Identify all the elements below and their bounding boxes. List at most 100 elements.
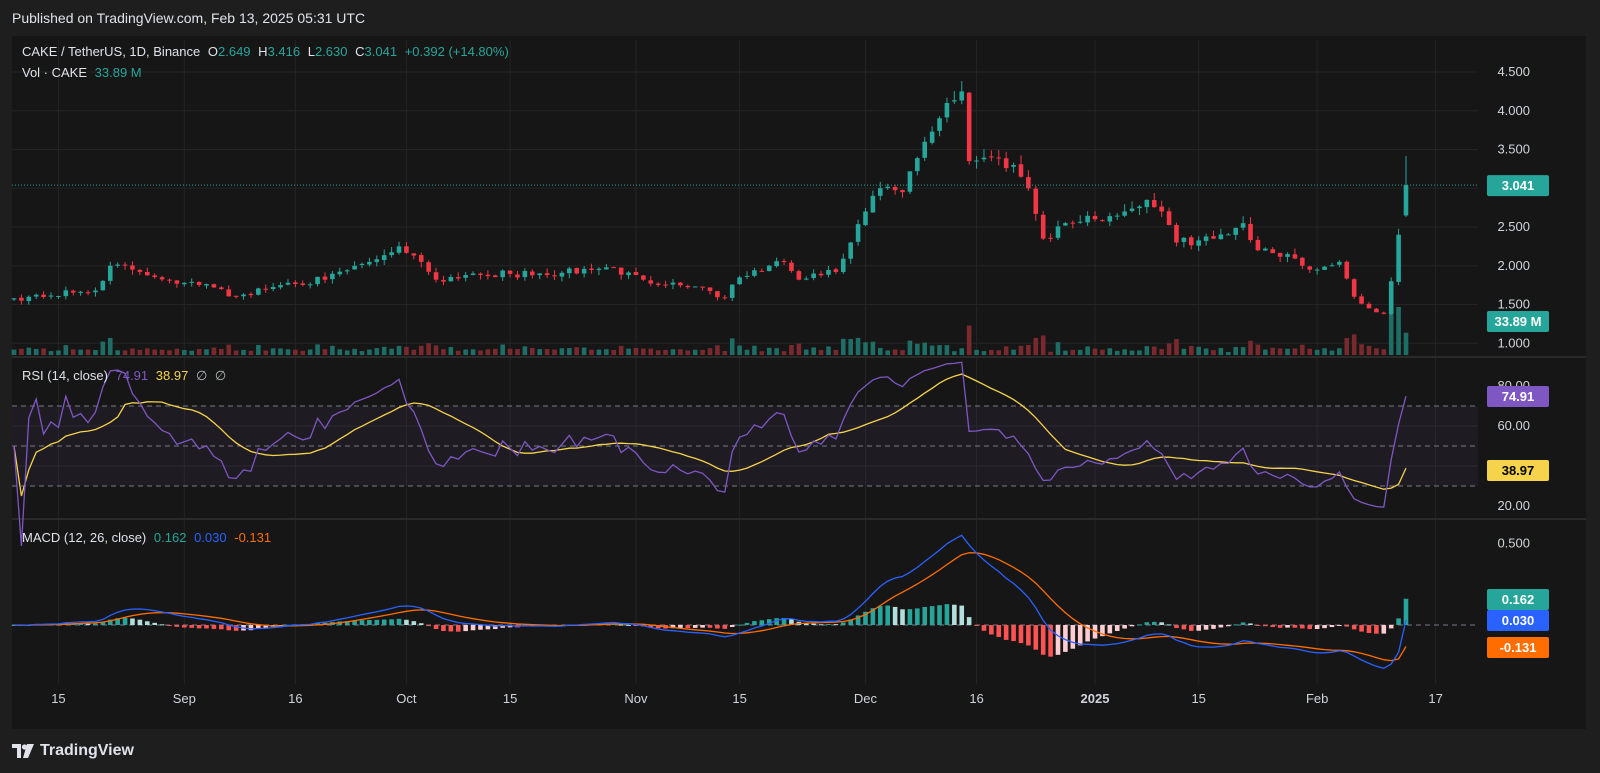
candle-body — [766, 265, 772, 272]
candle-body — [293, 282, 298, 285]
macd-histogram-bar — [411, 621, 417, 625]
histogram-value: -0.131 — [234, 530, 272, 545]
volume-bar — [315, 344, 320, 355]
macd-histogram-bar — [85, 623, 91, 625]
candle-body — [737, 277, 742, 285]
volume-bar — [137, 349, 143, 355]
volume-bar — [48, 351, 54, 355]
volume-bar — [826, 346, 831, 355]
open-value: 2.649 — [218, 44, 251, 59]
volume-bar — [426, 343, 431, 355]
macd-histogram-bar — [892, 606, 898, 625]
candle-body — [1181, 237, 1187, 242]
volume-bar — [285, 349, 291, 355]
macd-histogram-bar — [152, 622, 157, 625]
macd-histogram-bar — [1055, 625, 1061, 655]
volume-bar — [1151, 346, 1157, 355]
high-label: H — [258, 44, 268, 59]
price-axis-tick: 1.500 — [1497, 297, 1530, 312]
volume-bar — [1196, 346, 1201, 355]
candle-body — [130, 265, 135, 270]
candle-body — [774, 261, 779, 267]
tradingview-logo[interactable]: TradingView — [12, 742, 134, 760]
macd-histogram-bar — [1248, 623, 1253, 625]
candle-body — [966, 92, 972, 162]
candle-body — [93, 290, 98, 293]
macd-histogram-bar — [470, 625, 476, 631]
signal-value: 0.030 — [194, 530, 227, 545]
volume-bar — [937, 345, 942, 355]
volume-bar — [552, 349, 557, 355]
volume-bar — [159, 349, 165, 355]
candle-body — [848, 242, 853, 259]
candle-body — [100, 280, 106, 291]
volume-bar — [900, 350, 905, 355]
candle-body — [1388, 281, 1394, 314]
candle-body — [263, 288, 269, 290]
chart-canvas[interactable]: 4.5004.0003.5003.0002.5002.0001.5001.000… — [0, 0, 1600, 773]
volume-legend[interactable]: Vol · CAKE 33.89 M — [22, 65, 146, 80]
volume-bar — [418, 345, 424, 355]
volume-bar — [655, 350, 661, 355]
candle-body — [1151, 200, 1157, 208]
volume-bar — [1233, 346, 1238, 355]
macd-histogram-bar — [130, 618, 135, 625]
axes: 4.5004.0003.5003.0002.5002.0001.5001.000… — [51, 64, 1530, 706]
candle-body — [463, 275, 468, 278]
macd-histogram-bar — [1077, 625, 1083, 646]
price-axis-tick: 2.000 — [1497, 258, 1530, 273]
time-axis-tick: 16 — [969, 691, 983, 706]
macd-histogram-bar — [159, 624, 165, 626]
volume-bar — [1337, 348, 1342, 355]
volume-bar — [448, 346, 454, 355]
volume-bar — [1351, 334, 1357, 355]
macd-histogram-bar — [685, 625, 691, 629]
volume-bar — [167, 350, 172, 355]
macd-histogram-bar — [455, 625, 461, 632]
volume-bar — [122, 350, 128, 355]
volume-bar — [263, 350, 269, 355]
candle-body — [426, 262, 431, 272]
macd-histogram-bar — [1277, 625, 1283, 628]
macd-histogram-bar — [952, 604, 957, 625]
symbol-label[interactable]: CAKE / TetherUS, 1D, Binance — [22, 44, 200, 59]
signal-line — [13, 552, 1407, 662]
macd-histogram-bar — [1374, 625, 1379, 634]
macd-histogram-bar — [182, 625, 187, 628]
macd-histogram-bar — [381, 619, 387, 625]
candle-body — [692, 286, 698, 288]
volume-bar — [722, 351, 728, 355]
candle-body — [567, 268, 572, 274]
price-legend[interactable]: CAKE / TetherUS, 1D, Binance O2.649 H3.4… — [22, 44, 513, 59]
macd-histogram-bar — [122, 617, 128, 625]
macd-histogram-bar — [189, 625, 194, 628]
macd-histogram-bar — [1033, 625, 1039, 650]
candle-body — [1329, 265, 1335, 267]
candle-body — [655, 283, 661, 285]
time-axis-tick: Oct — [396, 691, 417, 706]
rsi-ma-value: 38.97 — [155, 368, 189, 383]
candle-body — [330, 273, 335, 280]
volume-bar — [1129, 350, 1135, 355]
candle-body — [1240, 223, 1246, 228]
macd-histogram-bar — [1040, 625, 1046, 655]
volume-value: 33.89 M — [94, 65, 142, 80]
volume-bar — [93, 350, 98, 355]
rsi-extra-2: ∅ — [214, 368, 227, 383]
macd-histogram-bar — [137, 619, 143, 625]
volume-bar — [737, 345, 742, 355]
rsi-legend[interactable]: RSI (14, close) 74.91 38.97 ∅ ∅ — [22, 368, 230, 384]
candle-body — [722, 297, 728, 299]
candle-body — [1314, 269, 1320, 271]
volume-bar — [182, 349, 187, 355]
volume-bar — [1329, 350, 1335, 355]
macd-histogram-bar — [367, 619, 372, 625]
macd-histogram-bar — [1233, 624, 1238, 626]
volume-bar — [989, 349, 994, 355]
candle-body — [70, 290, 76, 293]
macd-legend[interactable]: MACD (12, 26, close) 0.162 0.030 -0.131 — [22, 530, 275, 545]
volume-bar — [1070, 349, 1076, 355]
volume-bar — [396, 345, 402, 355]
candle-body — [522, 270, 528, 278]
macd-badge: 0.162 — [1502, 592, 1535, 607]
